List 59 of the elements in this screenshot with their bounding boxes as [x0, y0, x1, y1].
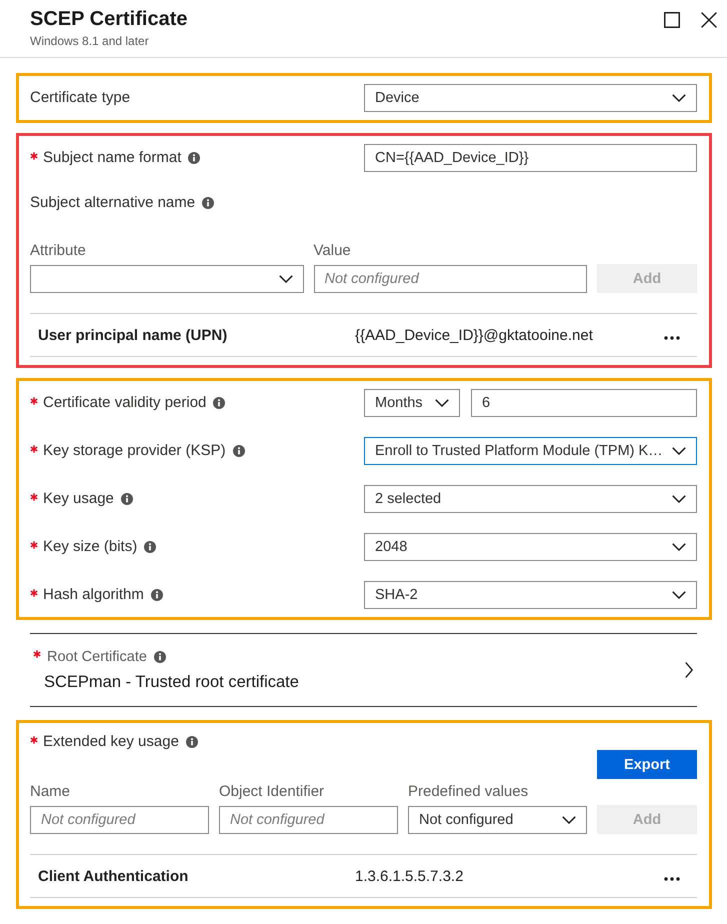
field-label: Certificate validity period — [43, 393, 206, 413]
dropdown[interactable]: Not configured — [408, 806, 587, 834]
maximize-icon[interactable] — [664, 12, 680, 28]
chevron-down-icon — [672, 447, 686, 455]
close-icon[interactable] — [701, 12, 717, 28]
entry-name: Client Authentication — [38, 868, 190, 884]
dropdown[interactable]: Months — [364, 389, 460, 417]
field-label: Extended key usage — [43, 732, 179, 752]
field-label: Object Identifier — [219, 782, 326, 802]
text-field[interactable]: Not configured — [314, 265, 587, 293]
chevron-down-icon — [672, 94, 686, 102]
field-label: Key usage — [43, 489, 114, 509]
link-value: SCEPman - Trusted root certificate — [44, 672, 300, 692]
chevron-down-icon — [672, 495, 686, 503]
dropdown[interactable]: 2048 — [364, 533, 697, 561]
dropdown[interactable]: SHA-2 — [364, 581, 697, 609]
entry-value: {{AAD_Device_ID}}@gktatooine.net — [355, 326, 594, 344]
info-icon[interactable] — [186, 736, 198, 748]
chevron-down-icon — [278, 275, 292, 283]
field-label: Certificate type — [30, 88, 130, 108]
export-button[interactable]: Export — [597, 750, 697, 779]
info-icon[interactable] — [154, 650, 166, 662]
chevron-down-icon — [562, 816, 576, 824]
info-icon[interactable] — [120, 493, 133, 505]
field-label: Subject name format — [43, 148, 182, 168]
dropdown[interactable]: Enroll to Trusted Platform Module (TPM) K… — [364, 437, 697, 465]
chevron-down-icon — [672, 591, 686, 599]
text-field[interactable]: Not configured — [30, 806, 209, 834]
info-icon[interactable] — [144, 541, 156, 553]
chevron-right-icon — [685, 662, 693, 678]
info-icon[interactable] — [232, 445, 245, 457]
field-label: Name — [30, 782, 72, 802]
info-icon[interactable] — [188, 152, 200, 164]
info-icon[interactable] — [202, 197, 214, 209]
selector-link[interactable]: Root Certificate SCEPman - Trusted root certificate — [30, 633, 697, 707]
text-field[interactable]: CN={{AAD_Device_ID}} — [364, 144, 697, 172]
dropdown[interactable] — [30, 265, 304, 293]
field-label: Predefined values — [408, 782, 530, 802]
chevron-down-icon — [435, 399, 449, 407]
field-label: Subject alternative name — [30, 193, 196, 213]
dropdown[interactable]: Device — [364, 84, 697, 112]
field-label: Key size (bits) — [43, 537, 138, 557]
dropdown[interactable]: 2 selected — [364, 485, 697, 513]
entry-name: User principal name (UPN) — [38, 326, 228, 344]
entry-value: 1.3.6.1.5.5.7.3.2 — [355, 868, 464, 884]
field-label: Hash algorithm — [43, 585, 144, 605]
field-label: Value — [314, 241, 352, 261]
info-icon[interactable] — [150, 589, 163, 601]
chevron-down-icon — [672, 543, 686, 551]
field-label: Key storage provider (KSP) — [43, 441, 226, 461]
info-icon[interactable] — [213, 397, 226, 409]
text-field[interactable]: 6 — [471, 389, 697, 417]
panel-subtitle: Windows 8.1 and later — [30, 33, 150, 49]
more-icon[interactable] — [664, 877, 680, 881]
text-field[interactable]: Not configured — [219, 806, 398, 834]
field-label: Attribute — [30, 241, 87, 261]
panel-title: SCEP Certificate — [30, 7, 188, 32]
more-icon[interactable] — [664, 336, 680, 340]
field-label: Root Certificate — [47, 648, 147, 666]
